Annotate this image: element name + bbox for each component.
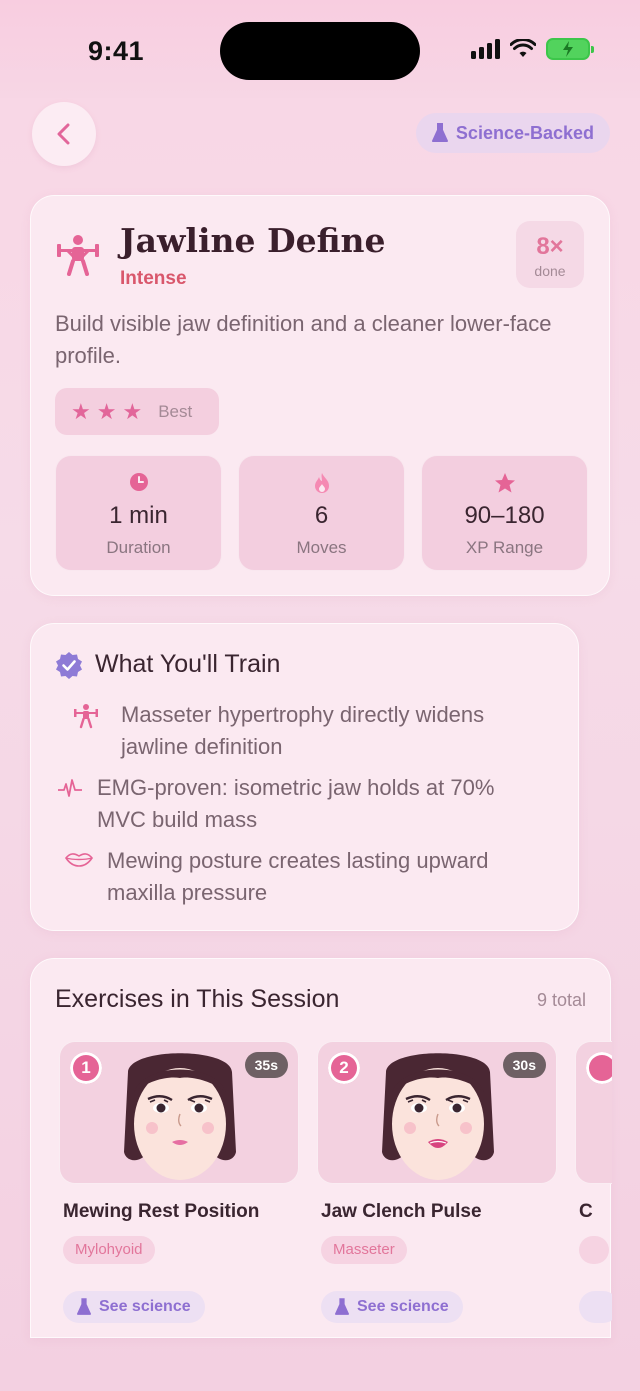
train-item-text: Masseter hypertrophy directly widens jaw… bbox=[121, 702, 485, 759]
exercise-thumbnail: 2 30s bbox=[317, 1041, 557, 1184]
flask-icon bbox=[77, 1298, 91, 1315]
routine-description: Build visible jaw definition and a clean… bbox=[55, 311, 552, 368]
exercise-number: 2 bbox=[328, 1052, 360, 1084]
exercises-total: 9 total bbox=[536, 990, 586, 1010]
see-science-button[interactable] bbox=[579, 1291, 612, 1323]
see-science-label: See science bbox=[357, 1298, 449, 1315]
cellular-signal-icon bbox=[471, 39, 500, 59]
exercise-number bbox=[586, 1052, 612, 1084]
stat-xp-range: 90–180 XP Range bbox=[421, 455, 588, 571]
pulse-icon bbox=[58, 779, 82, 797]
star-icon bbox=[494, 473, 515, 493]
see-science-label: See science bbox=[99, 1298, 191, 1315]
exercise-name: Mewing Rest Position bbox=[63, 1201, 260, 1222]
stat-value: 6 bbox=[314, 502, 329, 529]
dynamic-island bbox=[220, 22, 420, 80]
verified-badge-icon bbox=[56, 651, 82, 679]
exercise-card[interactable]: 1 35s Mewing Rest Position Mylohyoid See… bbox=[59, 1041, 301, 1323]
stat-label: Duration bbox=[106, 538, 171, 557]
rating-label: Best bbox=[158, 401, 193, 421]
exercise-thumbnail: 1 35s bbox=[59, 1041, 299, 1184]
weightlifter-icon bbox=[57, 235, 99, 276]
train-item: EMG-proven: isometric jaw holds at 70% M… bbox=[57, 772, 557, 836]
see-science-button[interactable]: See science bbox=[63, 1291, 205, 1323]
weightlifter-icon bbox=[74, 704, 98, 729]
train-item: Masseter hypertrophy directly widens jaw… bbox=[73, 699, 553, 763]
train-item-text: EMG-proven: isometric jaw holds at 70% M… bbox=[97, 775, 495, 832]
routine-card: Jawline Define Intense 8× done Build vis… bbox=[30, 195, 610, 596]
exercise-thumbnail bbox=[575, 1041, 612, 1184]
exercise-muscle-tag: Masseter bbox=[321, 1236, 407, 1264]
done-label: done bbox=[534, 263, 566, 279]
train-item-text: Mewing posture creates lasting upward ma… bbox=[107, 848, 489, 905]
exercise-card[interactable]: 2 30s Jaw Clench Pulse Masseter See scie… bbox=[317, 1041, 559, 1323]
battery-icon bbox=[546, 38, 594, 60]
status-bar: 9:41 bbox=[0, 0, 640, 98]
stat-duration: 1 min Duration bbox=[55, 455, 222, 571]
status-icons bbox=[471, 38, 594, 60]
rating-badge: ★ ★ ★ Best bbox=[55, 388, 219, 435]
exercise-carousel[interactable]: 1 35s Mewing Rest Position Mylohyoid See… bbox=[55, 1041, 612, 1339]
exercise-name: Jaw Clench Pulse bbox=[321, 1201, 482, 1222]
completion-count-badge: 8× done bbox=[516, 221, 584, 288]
exercises-card: Exercises in This Session 9 total 1 35s … bbox=[30, 958, 612, 1339]
clock-icon bbox=[129, 473, 148, 491]
exercise-duration: 30s bbox=[502, 1052, 546, 1078]
flask-icon bbox=[335, 1298, 349, 1315]
see-science-button[interactable]: See science bbox=[321, 1291, 463, 1323]
exercise-muscle-tag: Mylohyoid bbox=[63, 1236, 155, 1264]
star-icon: ★ bbox=[122, 398, 143, 424]
stats-row: 1 min Duration 6 Moves 90–180 XP Range bbox=[55, 455, 588, 571]
exercise-card[interactable]: C bbox=[575, 1041, 612, 1323]
wifi-icon bbox=[510, 39, 536, 57]
exercise-muscle-tag bbox=[579, 1236, 609, 1264]
exercise-duration: 35s bbox=[244, 1052, 288, 1078]
exercises-title: Exercises in This Session bbox=[55, 985, 340, 1013]
science-badge-label: Science-Backed bbox=[455, 122, 594, 143]
status-time: 9:41 bbox=[88, 36, 145, 66]
train-item: Mewing posture creates lasting upward ma… bbox=[65, 845, 555, 909]
stat-value: 90–180 bbox=[464, 502, 545, 529]
stat-moves: 6 Moves bbox=[238, 455, 405, 571]
chevron-left-icon bbox=[57, 123, 70, 145]
stat-label: Moves bbox=[296, 538, 347, 557]
stat-value: 1 min bbox=[109, 502, 168, 529]
train-title: What You'll Train bbox=[95, 650, 281, 678]
done-count: 8× bbox=[536, 233, 564, 260]
what-youll-train-card: What You'll Train Masseter hypertrophy d… bbox=[30, 623, 579, 931]
intensity-label: Intense bbox=[120, 268, 187, 289]
exercise-number: 1 bbox=[70, 1052, 102, 1084]
back-button[interactable] bbox=[32, 102, 96, 166]
lips-icon bbox=[65, 853, 93, 867]
exercise-name: C bbox=[579, 1201, 593, 1222]
star-icon: ★ bbox=[96, 398, 117, 424]
flame-icon bbox=[314, 473, 329, 493]
star-icon: ★ bbox=[71, 398, 91, 424]
science-backed-badge[interactable]: Science-Backed bbox=[415, 113, 610, 153]
routine-title: Jawline Define bbox=[120, 221, 386, 260]
flask-icon bbox=[431, 123, 448, 142]
train-header: What You'll Train bbox=[55, 650, 280, 679]
stat-label: XP Range bbox=[465, 538, 544, 557]
